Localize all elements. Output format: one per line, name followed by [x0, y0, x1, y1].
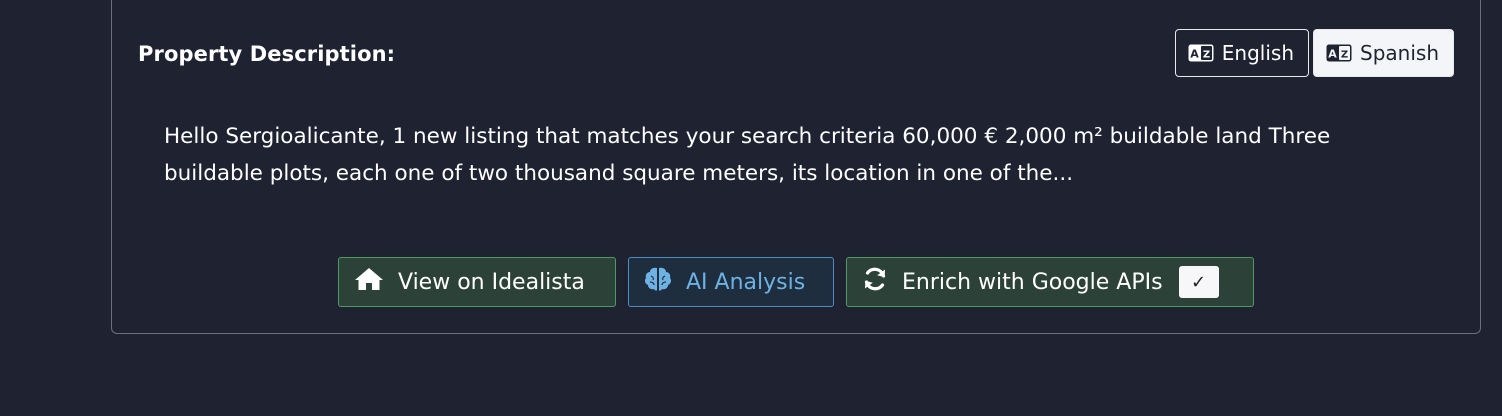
- english-label: English: [1221, 41, 1295, 65]
- svg-text:A: A: [1190, 48, 1199, 61]
- brain-icon: [644, 266, 672, 298]
- translate-icon: A Z: [1188, 44, 1214, 62]
- refresh-icon: [862, 266, 888, 298]
- view-on-idealista-button[interactable]: View on Idealista: [338, 257, 616, 307]
- language-toggle: A Z English A Z Spanish: [1174, 29, 1454, 77]
- spanish-button[interactable]: A Z Spanish: [1313, 29, 1454, 77]
- property-description-text: Hello Sergioalicante, 1 new listing that…: [164, 124, 1331, 186]
- svg-text:A: A: [1328, 48, 1337, 61]
- home-icon: [354, 266, 384, 298]
- action-buttons: View on Idealista AI Analysis Enrich wit…: [338, 257, 1254, 307]
- property-description-card: Property Description: A Z English A Z Sp…: [111, 0, 1481, 334]
- ai-analysis-label: AI Analysis: [686, 269, 806, 295]
- svg-text:Z: Z: [1203, 50, 1210, 61]
- spanish-label: Spanish: [1360, 41, 1439, 65]
- svg-text:Z: Z: [1341, 50, 1348, 61]
- enrich-google-apis-label: Enrich with Google APIs: [902, 269, 1163, 295]
- translate-icon: A Z: [1326, 44, 1352, 62]
- ai-analysis-button[interactable]: AI Analysis: [628, 257, 834, 307]
- section-title: Property Description:: [138, 42, 396, 66]
- enrich-google-apis-button[interactable]: Enrich with Google APIs ✓: [846, 257, 1254, 307]
- view-on-idealista-label: View on Idealista: [398, 269, 585, 295]
- check-icon: ✓: [1178, 266, 1219, 298]
- english-button[interactable]: A Z English: [1174, 29, 1310, 77]
